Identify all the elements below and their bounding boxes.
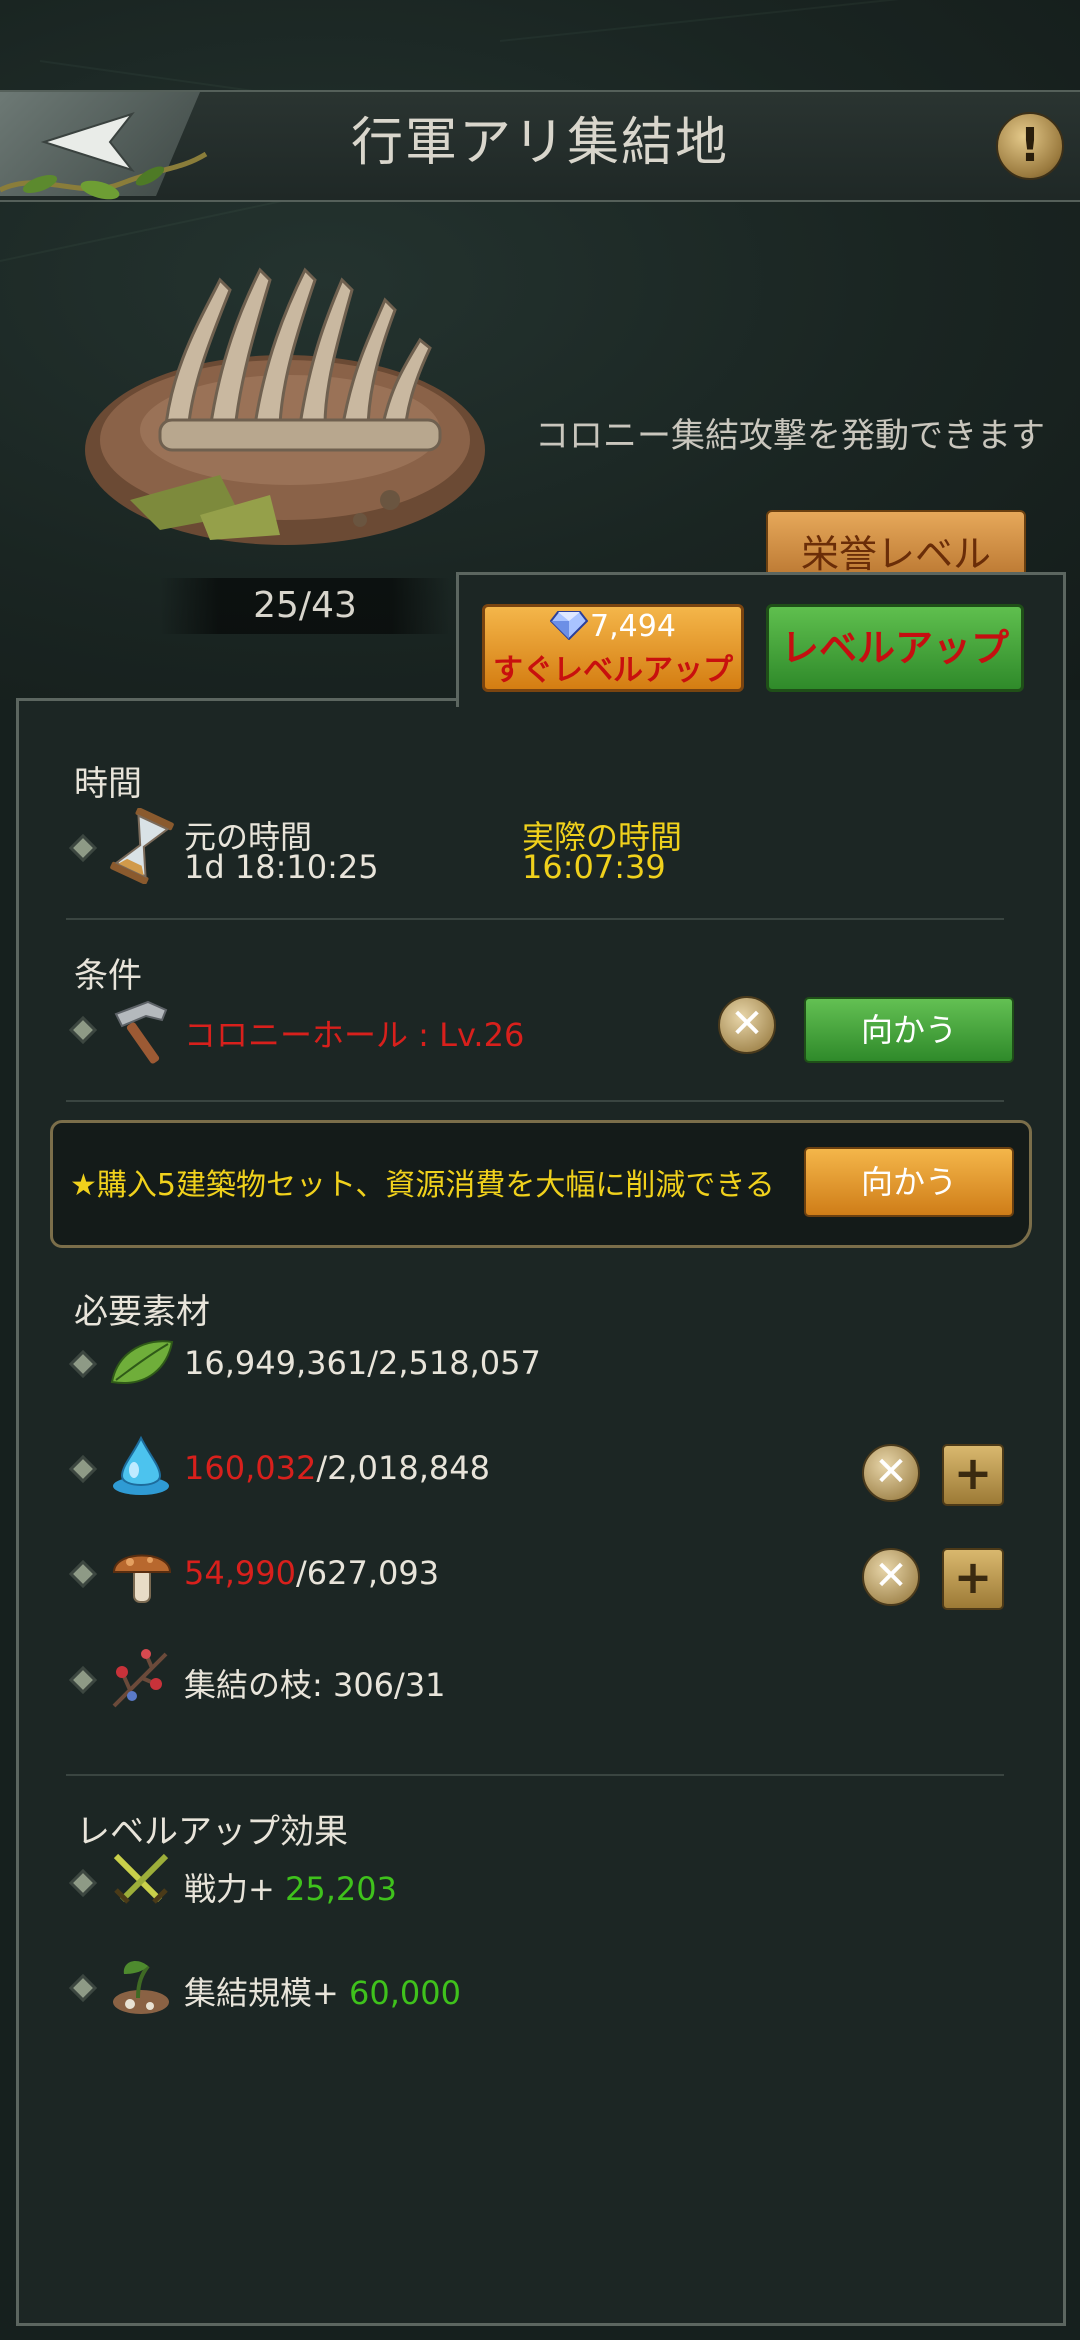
- condition-go-button[interactable]: 向かう: [804, 997, 1014, 1063]
- add-resource-button[interactable]: +: [942, 1444, 1004, 1506]
- divider: [66, 1774, 1004, 1776]
- upgrade-panel: [16, 698, 1066, 2326]
- material-row: 54,990/627,093: [184, 1554, 439, 1592]
- levelup-button[interactable]: レベルアップ: [766, 604, 1024, 692]
- effect-row: 戦力+ 25,203: [184, 1864, 397, 1910]
- instant-levelup-button[interactable]: 7,494 すぐレベルアップ: [482, 604, 744, 692]
- rally-nest-building-icon: [85, 267, 485, 545]
- effect-value: 25,203: [285, 1870, 397, 1908]
- building-level: 25/43: [160, 578, 450, 634]
- material-have: 16,949,361: [184, 1344, 368, 1382]
- effect-value: 60,000: [349, 1974, 461, 2012]
- effect-row: 集結規模+ 60,000: [184, 1968, 461, 2014]
- divider: [66, 1100, 1004, 1102]
- instant-cost: 7,494: [485, 609, 741, 644]
- material-row: 16,949,361/2,518,057: [184, 1344, 541, 1382]
- sprout-icon: [113, 1960, 169, 2014]
- effect-label: 集結規模+: [184, 1974, 349, 2012]
- conditions-section-title: 条件: [74, 956, 142, 996]
- leaf-icon: [110, 1340, 174, 1384]
- promo-go-button[interactable]: 向かう: [804, 1147, 1014, 1217]
- info-icon[interactable]: !: [996, 112, 1064, 180]
- material-need: /2,518,057: [367, 1344, 541, 1382]
- diamond-icon: [550, 611, 589, 640]
- hammer-icon: [114, 1000, 168, 1064]
- water-drop-icon: [113, 1435, 169, 1495]
- material-have: 54,990: [184, 1554, 296, 1592]
- actual-time-value: 16:07:39: [522, 848, 666, 886]
- materials-section-title: 必要素材: [74, 1292, 210, 1332]
- material-row: 160,032/2,018,848: [184, 1449, 490, 1487]
- promo-text: ★購入5建築物セット、資源消費を大幅に削減できる: [70, 1168, 775, 1203]
- condition-requirement: コロニーホール : Lv.26: [184, 1016, 525, 1054]
- divider: [66, 918, 1004, 920]
- material-need: /2,018,848: [316, 1449, 490, 1487]
- material-have: 160,032: [184, 1449, 317, 1487]
- instant-label: すぐレベルアップ: [493, 653, 733, 688]
- hourglass-icon: [110, 808, 174, 884]
- instant-cost-value: 7,494: [590, 609, 676, 644]
- effect-label: 戦力+: [184, 1870, 285, 1908]
- material-branch-text: 集結の枝: 306/31: [184, 1666, 446, 1704]
- crossed-swords-icon: [113, 1853, 169, 1904]
- building-description: コロニー集結攻撃を発動できます: [535, 416, 1045, 456]
- unmet-x-icon: ✕: [718, 996, 776, 1054]
- time-section-title: 時間: [74, 764, 142, 804]
- mushroom-icon: [112, 1554, 172, 1603]
- unmet-x-icon: ✕: [862, 1444, 920, 1502]
- unmet-x-icon: ✕: [862, 1548, 920, 1606]
- material-need: /627,093: [295, 1554, 440, 1592]
- original-time-value: 1d 18:10:25: [184, 848, 379, 886]
- effects-section-title: レベルアップ効果: [76, 1812, 348, 1852]
- page-title: 行軍アリ集結地: [350, 113, 729, 173]
- add-resource-button[interactable]: +: [942, 1548, 1004, 1610]
- branch-icon: [112, 1649, 168, 1708]
